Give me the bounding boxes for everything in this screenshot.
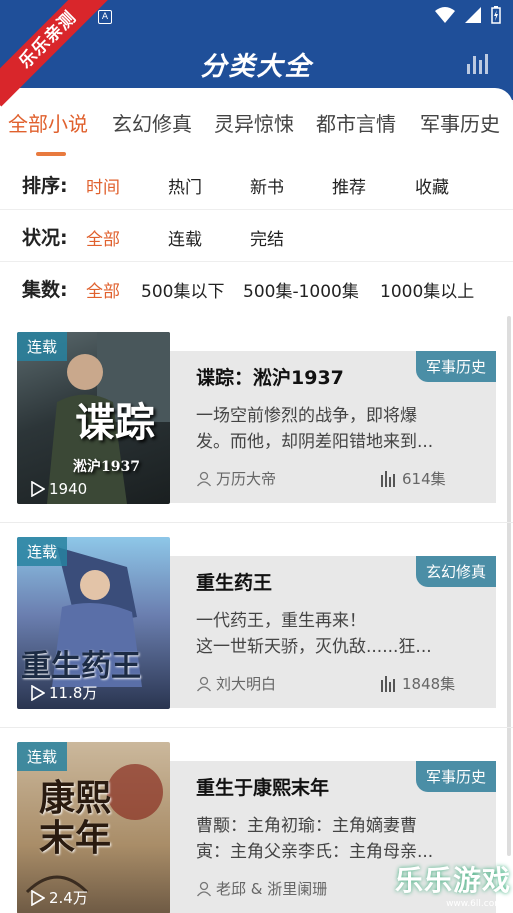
author: 万历大帝 (196, 468, 276, 489)
author: 老邱 & 浙里阑珊 (196, 878, 327, 899)
episodes-bars-icon (381, 675, 395, 692)
status-option-completed[interactable]: 完结 (250, 225, 284, 250)
author: 刘大明白 (196, 673, 276, 694)
episode-count-value: 1848集 (402, 675, 456, 693)
tab-horror[interactable]: 灵异惊悚 (214, 108, 294, 137)
episode-count: 1848集 (380, 673, 455, 694)
episodes-label: 集数: (22, 279, 68, 301)
book-cover: 重生药王 连载 11.8万 (17, 537, 170, 709)
sort-option-time[interactable]: 时间 (86, 173, 120, 198)
episodes-option-under-500[interactable]: 500集以下 (141, 277, 224, 302)
author-name: 老邱 & 浙里阑珊 (216, 880, 328, 898)
play-icon (31, 889, 45, 906)
author-name: 万历大帝 (216, 470, 277, 488)
tab-all-novels[interactable]: 全部小说 (8, 108, 88, 137)
tab-military-history[interactable]: 军事历史 (420, 108, 500, 137)
play-count: 1940 (31, 480, 87, 498)
active-tab-indicator (36, 152, 66, 156)
wifi-icon (435, 7, 455, 23)
play-count-value: 1940 (49, 480, 88, 498)
play-icon (31, 684, 45, 701)
status-badge: 连载 (17, 742, 68, 771)
user-icon (196, 881, 212, 896)
status-badge: 连载 (17, 332, 68, 361)
watermark-text: 乐乐游戏 (395, 864, 512, 897)
status-label: 状况: (22, 227, 68, 249)
sort-option-favorites[interactable]: 收藏 (415, 173, 449, 198)
play-count: 2.4万 (31, 887, 88, 908)
play-count-value: 11.8万 (49, 684, 98, 702)
filter-panel: 全部小说 玄幻修真 灵异惊悚 都市言情 军事历史 排序: 时间 热门 新书 推荐… (0, 88, 513, 318)
episodes-filter-row: 集数: 全部 500集以下 500集-1000集 1000集以上 (0, 262, 513, 314)
status-badge: 连载 (17, 537, 68, 566)
book-description: 曹颙：主角初瑜：主角嫡妻曹 寅：主角父亲李氏：主角母亲... (196, 816, 434, 862)
ranking-chart-icon[interactable] (467, 52, 491, 74)
play-count-value: 2.4万 (49, 889, 88, 907)
sort-option-hot[interactable]: 热门 (168, 173, 202, 198)
sort-label: 排序: (22, 175, 68, 197)
book-cover: 谍踪 淞沪1937 连载 1940 (17, 332, 170, 504)
category-tabs: 全部小说 玄幻修真 灵异惊悚 都市言情 军事历史 (0, 108, 513, 144)
cover-title-art: 康熙末年 (39, 777, 112, 859)
app-notification-icon: A (98, 10, 112, 24)
cover-title-art: 重生药王 (21, 649, 141, 684)
signal-icon (465, 7, 481, 23)
book-description: 一场空前惨烈的战争，即将爆 发。而他，却阴差阳错地来到... (196, 406, 434, 452)
category-tag: 军事历史 (415, 351, 496, 382)
book-title: 谍踪：淞沪1937 (196, 367, 344, 389)
page-title: 分类大全 (200, 52, 313, 82)
author-name: 刘大明白 (216, 675, 277, 693)
cover-title-art: 谍踪 (75, 399, 155, 446)
sort-filter-row: 排序: 时间 热门 新书 推荐 收藏 (0, 158, 513, 210)
tab-urban-romance[interactable]: 都市言情 (316, 108, 396, 137)
book-description: 一代药王，重生再来！ 这一世斩天骄，灭仇敌......狂... (196, 611, 432, 657)
book-cover: 康熙末年 连载 2.4万 (17, 742, 170, 913)
book-card[interactable]: 重生药王 连载 11.8万 玄幻修真 重生药王 一代药王，重生再来！ 这一世斩天… (0, 522, 513, 728)
book-info: 玄幻修真 重生药王 一代药王，重生再来！ 这一世斩天骄，灭仇敌......狂..… (170, 556, 496, 708)
book-title: 重生于康熙末年 (196, 777, 330, 799)
category-tag: 军事历史 (415, 761, 496, 792)
status-option-ongoing[interactable]: 连载 (168, 225, 202, 250)
episode-count: 614集 (380, 468, 446, 489)
episodes-bars-icon (381, 470, 395, 487)
episodes-option-all[interactable]: 全部 (86, 277, 120, 302)
category-tag: 玄幻修真 (415, 556, 496, 587)
book-title: 重生药王 (196, 572, 273, 594)
tab-fantasy[interactable]: 玄幻修真 (112, 108, 192, 137)
watermark-url: www.6ll.com (446, 899, 503, 909)
status-option-all[interactable]: 全部 (86, 225, 120, 250)
user-icon (196, 676, 212, 691)
book-info: 军事历史 谍踪：淞沪1937 一场空前惨烈的战争，即将爆 发。而他，却阴差阳错地… (170, 351, 496, 503)
episode-count-value: 614集 (402, 470, 446, 488)
site-watermark: 乐乐游戏 www.6ll.com (395, 859, 511, 911)
episodes-option-500-1000[interactable]: 500集-1000集 (243, 277, 359, 302)
sort-option-new[interactable]: 新书 (250, 173, 284, 198)
status-filter-row: 状况: 全部 连载 完结 (0, 210, 513, 262)
play-icon (31, 481, 45, 497)
episodes-option-over-1000[interactable]: 1000集以上 (380, 277, 474, 302)
play-count: 11.8万 (31, 682, 97, 703)
user-icon (196, 471, 212, 486)
battery-icon (491, 6, 501, 24)
sort-option-recommended[interactable]: 推荐 (332, 173, 366, 198)
cover-subtitle-art: 淞沪1937 (73, 459, 140, 475)
book-card[interactable]: 谍踪 淞沪1937 连载 1940 军事历史 谍踪：淞沪1937 一场空前惨烈的… (0, 317, 513, 523)
